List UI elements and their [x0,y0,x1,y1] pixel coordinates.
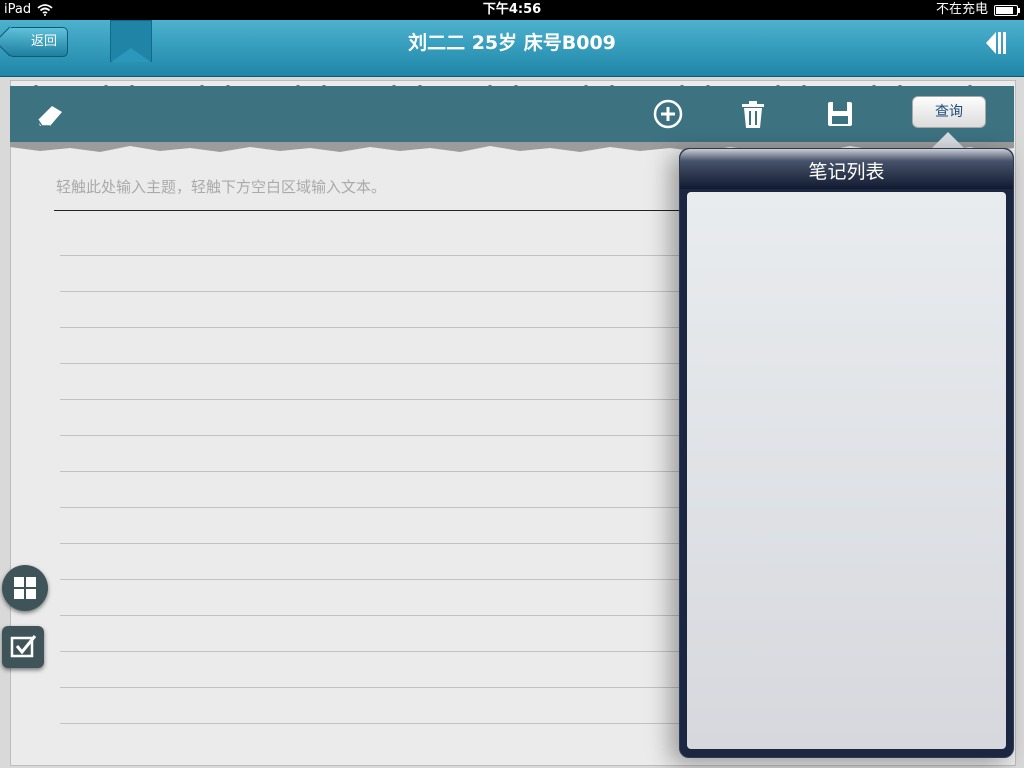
trash-icon[interactable] [735,96,771,132]
ruled-line [60,687,680,688]
ruled-line [60,723,680,724]
ruled-line [60,615,680,616]
notes-list-popover: 笔记列表 [679,148,1014,758]
popover-header: 笔记列表 [680,149,1013,189]
save-icon[interactable] [822,96,858,132]
checklist-button[interactable] [2,626,44,668]
status-time: 下午4:56 [482,2,542,17]
note-toolbar: 查询 [10,86,1014,144]
ruled-line [60,255,680,256]
ruled-line [60,327,680,328]
popover-title: 笔记列表 [808,161,885,183]
subject-input[interactable]: 轻触此处输入主题，轻触下方空白区域输入文本。 [56,176,676,197]
eraser-icon[interactable] [32,96,68,132]
checkbox-icon [10,635,37,658]
ruled-line [60,471,680,472]
add-icon[interactable] [650,96,686,132]
ruled-line [60,543,680,544]
ruled-line [60,651,680,652]
layout-button[interactable] [2,565,48,611]
notes-list[interactable] [687,192,1006,749]
charging-status: 不在充电 [935,2,988,17]
nav-bar: 返回 刘二二 25岁 床号B009 [0,20,1024,77]
grid-icon [14,577,36,599]
ruled-line [60,291,680,292]
ruled-line [60,399,680,400]
ruled-line [60,363,680,364]
ruled-line [60,579,680,580]
status-bar: iPad 下午4:56 不在充电 [0,0,1024,20]
query-button[interactable]: 查询 [912,96,986,128]
ruled-line [60,435,680,436]
battery-icon [994,4,1020,16]
ruled-line [60,507,680,508]
patient-title: 刘二二 25岁 床号B009 [408,32,616,54]
collapse-panel-icon[interactable] [984,30,1010,56]
subject-underline [54,210,684,211]
